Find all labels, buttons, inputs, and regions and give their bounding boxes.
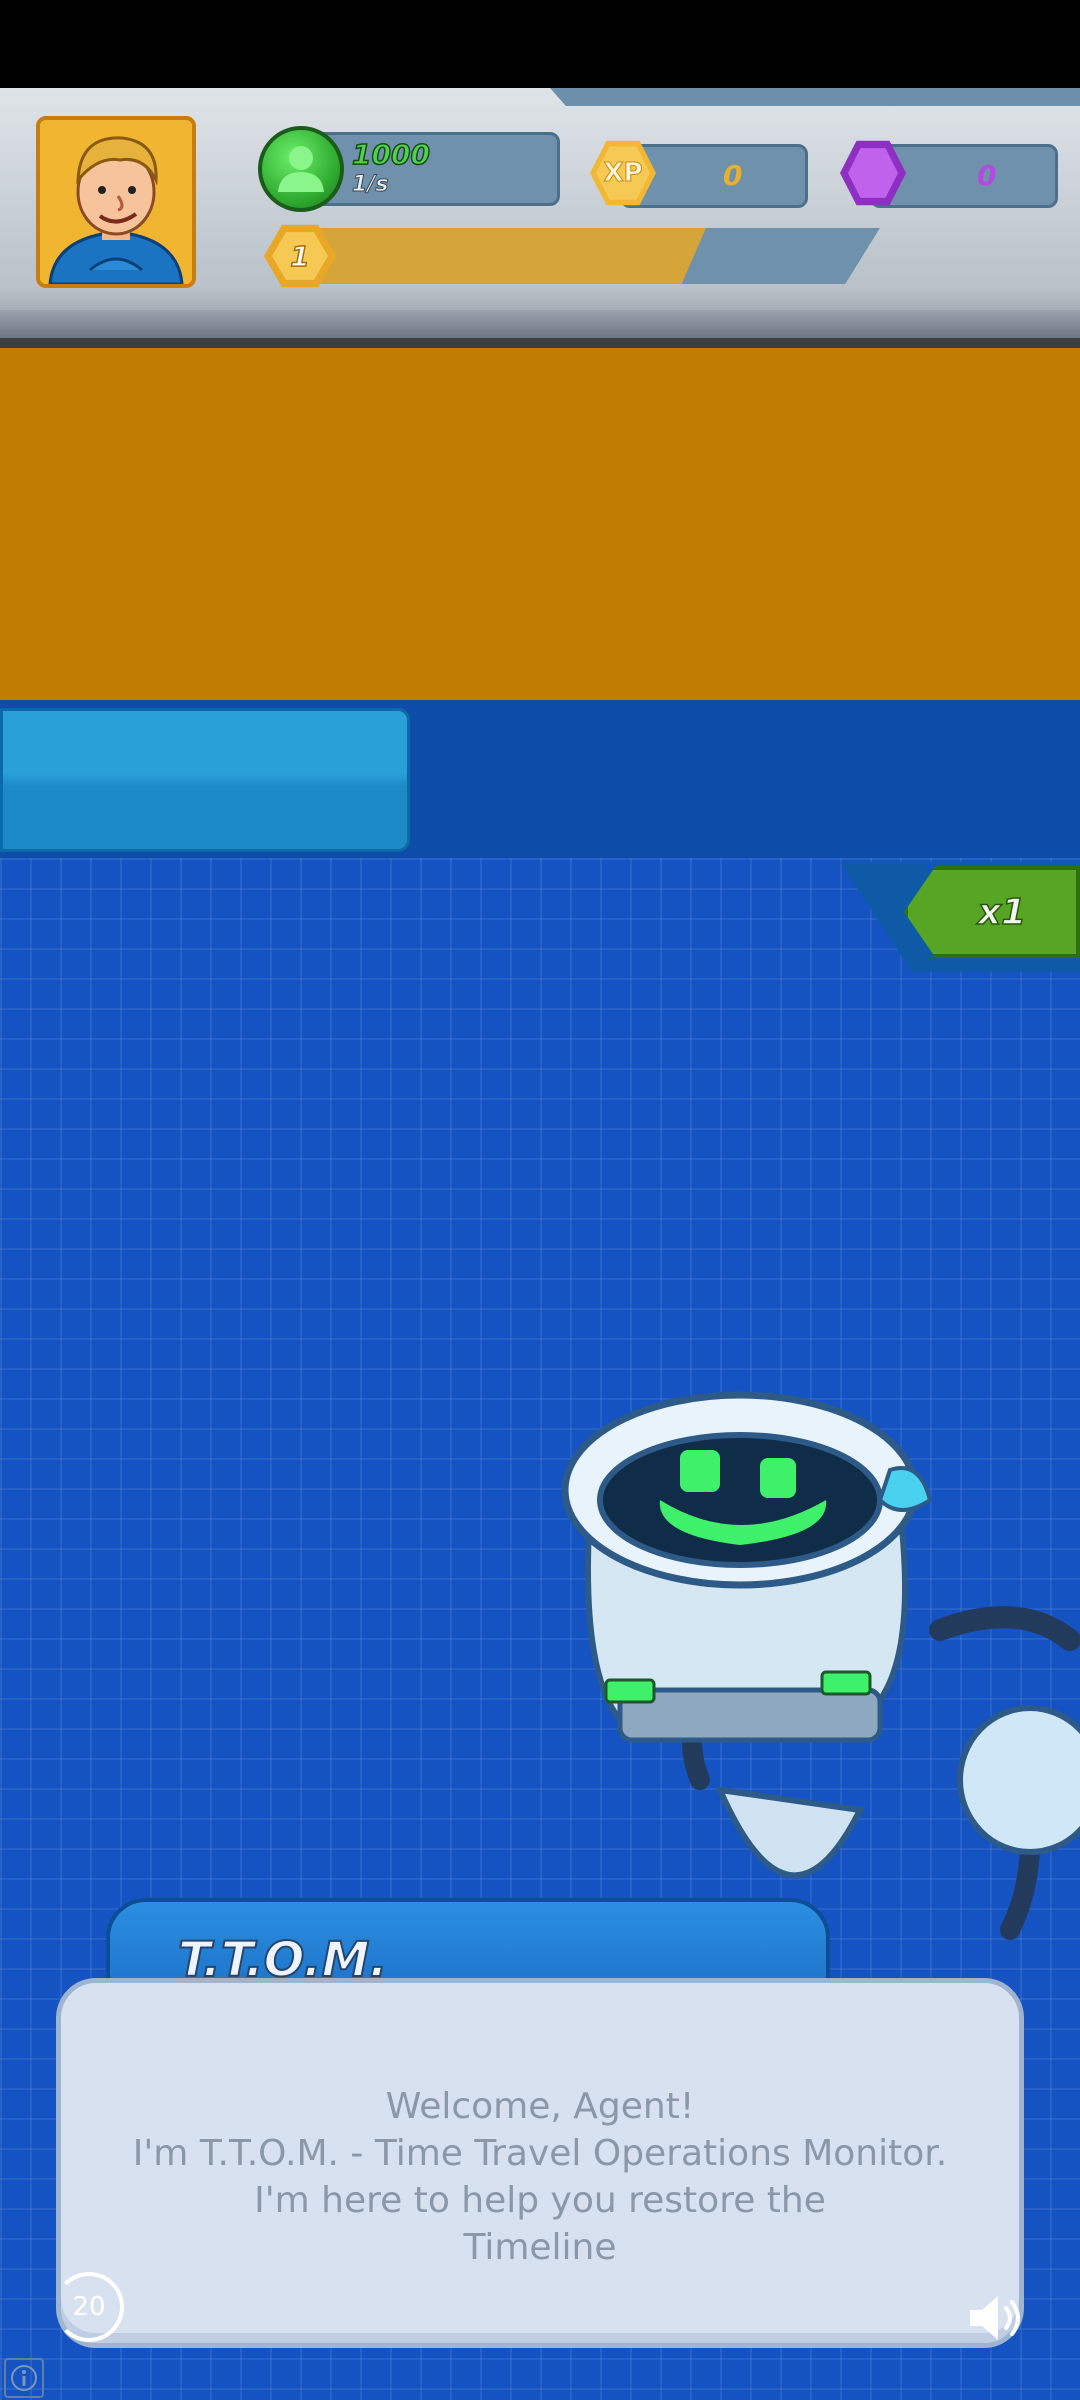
dialog-line-1: Welcome, Agent! [385,2086,695,2127]
orange-panel [0,348,1080,700]
green-agent-coin-icon [258,126,344,212]
info-icon[interactable] [4,2358,44,2398]
coin-rate: 1/s [351,172,389,198]
game-screen: 1000 1/s 0 XP 0 1 x1 T.T.O.M. Welcome, A… [0,0,1080,2400]
level-number: 1 [272,232,328,280]
dialog-line-3: I'm here to help you restore the [254,2180,826,2221]
dialog-text: Welcome, Agent! I'm T.T.O.M. - Time Trav… [61,2083,1019,2271]
countdown-timer: 20 [54,2272,124,2342]
xp-icon-label: XP [596,146,650,200]
hud-base [0,310,1080,338]
hud-stripe [550,88,1080,106]
ttom-robot-image [561,1391,1080,1940]
level-progress-fill [300,228,706,284]
dialog-line-4: Timeline [463,2227,617,2268]
status-bar [0,0,1080,88]
xp-value: 0 [723,159,743,192]
speed-label: x1 [977,891,1027,934]
level-progress-bar [300,228,880,284]
speed-multiplier-button[interactable]: x1 [904,866,1080,958]
coin-amount: 1000 [351,137,430,172]
gem-value: 0 [977,159,997,192]
dialog-line-2: I'm T.T.O.M. - Time Travel Operations Mo… [132,2133,948,2174]
player-avatar[interactable] [36,116,196,288]
agent-portrait-icon [40,120,192,284]
top-hud: 1000 1/s 0 XP 0 1 [0,88,1080,348]
tab-strip [0,700,1080,858]
dialog-box[interactable]: Welcome, Agent! I'm T.T.O.M. - Time Trav… [56,1978,1024,2348]
tab-button[interactable] [0,708,410,852]
speaker-icon[interactable] [966,2290,1030,2346]
